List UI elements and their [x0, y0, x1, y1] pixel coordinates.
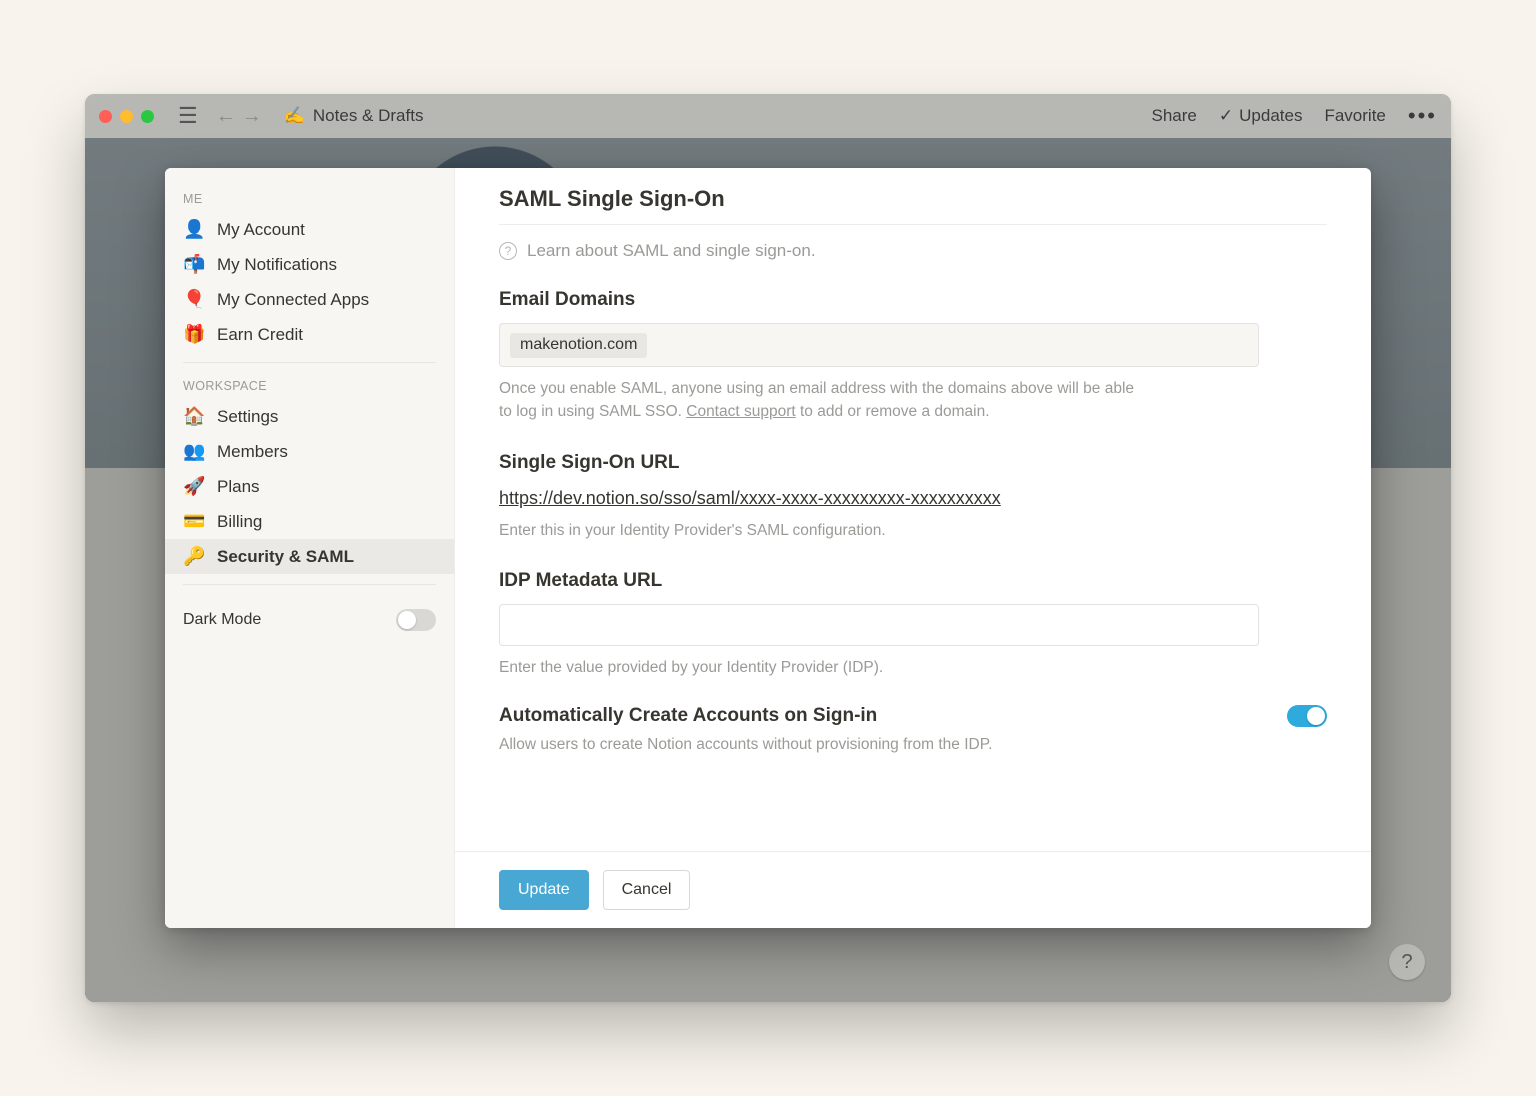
- window-close-button[interactable]: [99, 110, 112, 123]
- sidebar-item-label: Settings: [217, 407, 278, 427]
- favorite-button[interactable]: Favorite: [1324, 106, 1385, 126]
- dark-mode-toggle[interactable]: [396, 609, 436, 631]
- sidebar-item-earn-credit[interactable]: 🎁 Earn Credit: [165, 317, 454, 352]
- email-domains-title: Email Domains: [499, 289, 1327, 311]
- sidebar-item-security-saml[interactable]: 🔑 Security & SAML: [165, 539, 454, 574]
- dark-mode-label: Dark Mode: [183, 611, 261, 629]
- nav-back-button[interactable]: ←: [214, 105, 238, 128]
- learn-more-text: Learn about SAML and single sign-on.: [527, 241, 816, 261]
- auto-create-toggle[interactable]: [1287, 705, 1327, 727]
- updates-label: Updates: [1239, 106, 1302, 126]
- mailbox-icon: 📬: [183, 254, 205, 275]
- doc-emoji-icon: ✍️: [284, 106, 305, 126]
- update-button[interactable]: Update: [499, 870, 589, 910]
- help-post: to add or remove a domain.: [796, 403, 990, 420]
- people-icon: 👥: [183, 441, 205, 462]
- sidebar-item-label: Earn Credit: [217, 325, 303, 345]
- traffic-lights: [99, 110, 154, 123]
- sidebar-item-members[interactable]: 👥 Members: [165, 434, 454, 469]
- sidebar-section-me: ME: [165, 186, 454, 212]
- sidebar-item-my-account[interactable]: 👤 My Account: [165, 212, 454, 247]
- settings-panel: SAML Single Sign-On ? Learn about SAML a…: [455, 168, 1371, 928]
- settings-modal: ME 👤 My Account 📬 My Notifications 🎈 My …: [165, 168, 1371, 928]
- sso-url-value[interactable]: https://dev.notion.so/sso/saml/xxxx-xxxx…: [499, 488, 1001, 509]
- sso-url-title: Single Sign-On URL: [499, 452, 1327, 474]
- sidebar-divider: [183, 584, 436, 585]
- balloon-icon: 🎈: [183, 289, 205, 310]
- topbar-actions: Share ✓ Updates Favorite •••: [1152, 103, 1437, 129]
- dark-mode-row: Dark Mode: [165, 595, 454, 631]
- rocket-icon: 🚀: [183, 476, 205, 497]
- email-domains-input[interactable]: makenotion.com: [499, 323, 1259, 367]
- page-title: SAML Single Sign-On: [499, 186, 1327, 225]
- share-button[interactable]: Share: [1152, 106, 1197, 126]
- person-icon: 👤: [183, 219, 205, 240]
- sidebar-section-workspace: WORKSPACE: [165, 373, 454, 399]
- sidebar-item-label: Members: [217, 442, 288, 462]
- doc-title: Notes & Drafts: [313, 106, 424, 126]
- sidebar-divider: [183, 362, 436, 363]
- sidebar-item-my-notifications[interactable]: 📬 My Notifications: [165, 247, 454, 282]
- key-icon: 🔑: [183, 546, 205, 567]
- checkmark-icon: ✓: [1219, 106, 1233, 126]
- gift-icon: 🎁: [183, 324, 205, 345]
- window-minimize-button[interactable]: [120, 110, 133, 123]
- nav-forward-button[interactable]: →: [240, 105, 264, 128]
- window-zoom-button[interactable]: [141, 110, 154, 123]
- learn-more-row[interactable]: ? Learn about SAML and single sign-on.: [499, 225, 1327, 283]
- updates-button[interactable]: ✓ Updates: [1219, 106, 1303, 126]
- auto-create-title: Automatically Create Accounts on Sign-in: [499, 705, 992, 727]
- titlebar: ☰ ← → ✍️ Notes & Drafts Share ✓ Updates …: [85, 94, 1451, 138]
- auto-create-help: Allow users to create Notion accounts wi…: [499, 733, 992, 756]
- contact-support-link[interactable]: Contact support: [686, 403, 795, 420]
- sidebar-item-label: My Notifications: [217, 255, 337, 275]
- sidebar-item-connected-apps[interactable]: 🎈 My Connected Apps: [165, 282, 454, 317]
- toggle-knob: [398, 611, 416, 629]
- settings-sidebar: ME 👤 My Account 📬 My Notifications 🎈 My …: [165, 168, 455, 928]
- house-icon: 🏠: [183, 406, 205, 427]
- idp-metadata-input[interactable]: [499, 604, 1259, 646]
- history-nav: ← →: [214, 105, 264, 128]
- email-domains-help: Once you enable SAML, anyone using an em…: [499, 377, 1139, 424]
- sidebar-item-label: Security & SAML: [217, 547, 354, 567]
- sidebar-item-billing[interactable]: 💳 Billing: [165, 504, 454, 539]
- help-button[interactable]: ?: [1389, 944, 1425, 980]
- domain-chip[interactable]: makenotion.com: [510, 333, 647, 358]
- settings-content: SAML Single Sign-On ? Learn about SAML a…: [455, 168, 1371, 851]
- sidebar-item-label: Billing: [217, 512, 262, 532]
- sso-url-help: Enter this in your Identity Provider's S…: [499, 519, 1139, 542]
- credit-card-icon: 💳: [183, 511, 205, 532]
- idp-title: IDP Metadata URL: [499, 570, 1327, 592]
- app-window: ☰ ← → ✍️ Notes & Drafts Share ✓ Updates …: [85, 94, 1451, 1002]
- sidebar-item-label: My Account: [217, 220, 305, 240]
- sidebar-item-label: Plans: [217, 477, 260, 497]
- idp-help: Enter the value provided by your Identit…: [499, 656, 1139, 679]
- cancel-button[interactable]: Cancel: [603, 870, 691, 910]
- sidebar-item-settings[interactable]: 🏠 Settings: [165, 399, 454, 434]
- panel-footer: Update Cancel: [455, 851, 1371, 928]
- sidebar-item-label: My Connected Apps: [217, 290, 369, 310]
- more-menu-button[interactable]: •••: [1408, 103, 1437, 129]
- question-mark-icon: ?: [499, 242, 517, 260]
- sidebar-toggle-icon[interactable]: ☰: [172, 103, 204, 129]
- auto-create-row: Automatically Create Accounts on Sign-in…: [499, 705, 1327, 756]
- toggle-knob: [1307, 707, 1325, 725]
- breadcrumb[interactable]: ✍️ Notes & Drafts: [284, 106, 424, 126]
- sidebar-item-plans[interactable]: 🚀 Plans: [165, 469, 454, 504]
